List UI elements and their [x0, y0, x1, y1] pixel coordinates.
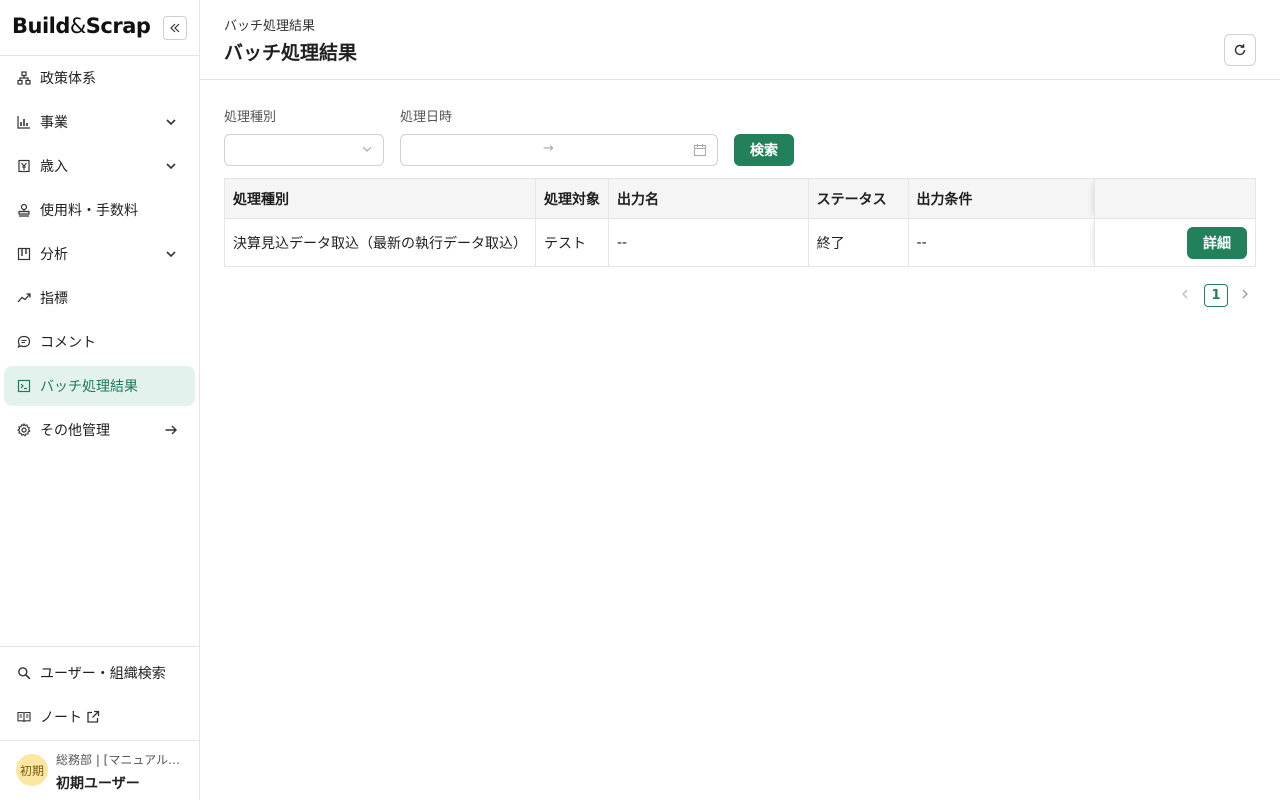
- yen-box-icon: [16, 158, 32, 174]
- date-filter-label: 処理日時: [400, 110, 453, 125]
- cell-type: 決算見込データ取込（最新の執行データ取込）: [224, 218, 536, 267]
- cell-target: テスト: [535, 218, 609, 267]
- stamp-icon: [16, 202, 32, 218]
- sidebar-item-label: 指標: [40, 291, 68, 307]
- batch-results-table: 処理種別 処理対象 出力名 ステータス 出力条件 決算見込データ取込（最新の執行…: [224, 178, 1256, 267]
- gear-icon: [16, 422, 32, 438]
- avatar: 初期: [16, 754, 48, 786]
- sidebar-item-label: ユーザー・組織検索: [40, 666, 166, 682]
- arrow-right-icon[interactable]: [163, 422, 179, 438]
- table-header-row: 処理種別 処理対象 出力名 ステータス 出力条件: [224, 178, 1256, 219]
- chevron-down-icon[interactable]: [163, 246, 179, 262]
- sidebar-item-other-admin[interactable]: その他管理: [4, 410, 195, 450]
- sidebar-item-label: ノート: [40, 710, 82, 726]
- table-row: 決算見込データ取込（最新の執行データ取込） テスト -- 終了 -- 詳細: [224, 218, 1256, 267]
- pagination: 1: [1180, 284, 1256, 307]
- sidebar-item-comments[interactable]: コメント: [4, 322, 195, 362]
- user-name: 初期ユーザー: [56, 776, 140, 792]
- sidebar-item-label: コメント: [40, 335, 96, 351]
- sidebar-item-revenue[interactable]: 歳入: [4, 146, 195, 186]
- page-title: バッチ処理結果: [224, 42, 358, 64]
- detail-button[interactable]: 詳細: [1187, 226, 1247, 259]
- search-button[interactable]: 検索: [734, 134, 794, 166]
- terminal-icon: [16, 378, 32, 394]
- sidebar-item-label: バッチ処理結果: [40, 379, 138, 395]
- column-header-target[interactable]: 処理対象: [535, 178, 609, 219]
- calendar-icon: [693, 143, 707, 161]
- column-header-output-name[interactable]: 出力名: [608, 178, 809, 219]
- prev-page-icon[interactable]: [1180, 287, 1190, 305]
- sidebar-item-user-org-search[interactable]: ユーザー・組織検索: [4, 653, 195, 693]
- sidebar-item-fees[interactable]: 使用料・手数料: [4, 190, 195, 230]
- sidebar-item-label: その他管理: [40, 423, 110, 439]
- chevron-down-icon: [361, 143, 373, 159]
- sidebar-item-indicators[interactable]: 指標: [4, 278, 195, 318]
- date-range-picker[interactable]: →: [400, 134, 718, 166]
- date-range-separator: →: [543, 141, 554, 156]
- cell-status: 終了: [807, 218, 909, 267]
- column-header-status[interactable]: ステータス: [807, 178, 909, 219]
- column-header-condition[interactable]: 出力条件: [907, 178, 1096, 219]
- sidebar-item-label: 政策体系: [40, 71, 96, 87]
- bar-chart-icon: [16, 114, 32, 130]
- hierarchy-icon: [16, 70, 32, 86]
- sidebar-item-notes[interactable]: ノート: [4, 697, 195, 737]
- sidebar-item-policy[interactable]: 政策体系: [4, 58, 195, 98]
- sidebar: Build&Scrap 政策体系 事業 歳入 使用料・手数料 分析 指標 コメン…: [0, 0, 200, 800]
- sidebar-bottom-nav: ユーザー・組織検索 ノート: [0, 646, 199, 741]
- sidebar-item-label: 分析: [40, 247, 68, 263]
- brand-logo[interactable]: Build&Scrap: [12, 14, 151, 38]
- external-link-icon: [86, 710, 100, 724]
- refresh-icon: [1234, 44, 1246, 56]
- board-icon: [16, 246, 32, 262]
- breadcrumb[interactable]: バッチ処理結果: [224, 15, 315, 34]
- user-department: 総務部 | [マニュアル…: [56, 753, 180, 767]
- refresh-button[interactable]: [1224, 34, 1256, 66]
- page-header: バッチ処理結果 バッチ処理結果: [200, 0, 1280, 80]
- cell-condition: --: [907, 218, 1096, 267]
- sidebar-item-projects[interactable]: 事業: [4, 102, 195, 142]
- sidebar-item-analysis[interactable]: 分析: [4, 234, 195, 274]
- double-chevron-left-icon: [170, 23, 180, 33]
- sidebar-item-batch-results[interactable]: バッチ処理結果: [4, 366, 195, 406]
- cell-output-name: --: [608, 218, 809, 267]
- column-header-type[interactable]: 処理種別: [224, 178, 536, 219]
- sidebar-item-label: 使用料・手数料: [40, 203, 138, 219]
- search-icon: [16, 665, 32, 681]
- cell-action: 詳細: [1094, 218, 1256, 267]
- column-header-action: [1094, 178, 1256, 219]
- main-nav: 政策体系 事業 歳入 使用料・手数料 分析 指標 コメント バッチ処理結果 その…: [0, 58, 199, 454]
- brand-area: Build&Scrap: [0, 0, 199, 56]
- main-content: バッチ処理結果 バッチ処理結果 処理種別 処理日時 → 検索 処理種別 処理対象…: [200, 0, 1280, 800]
- user-profile[interactable]: 初期 総務部 | [マニュアル… 初期ユーザー: [0, 740, 199, 800]
- chevron-down-icon[interactable]: [163, 114, 179, 130]
- chat-icon: [16, 334, 32, 350]
- book-icon: [16, 709, 32, 725]
- collapse-sidebar-button[interactable]: [163, 16, 187, 40]
- type-filter-label: 処理種別: [224, 110, 277, 125]
- next-page-icon[interactable]: [1240, 287, 1250, 305]
- type-select[interactable]: [224, 134, 384, 166]
- sidebar-item-label: 事業: [40, 115, 68, 131]
- trend-line-icon: [16, 290, 32, 306]
- sidebar-item-label: 歳入: [40, 159, 68, 175]
- chevron-down-icon[interactable]: [163, 158, 179, 174]
- current-page[interactable]: 1: [1204, 284, 1228, 307]
